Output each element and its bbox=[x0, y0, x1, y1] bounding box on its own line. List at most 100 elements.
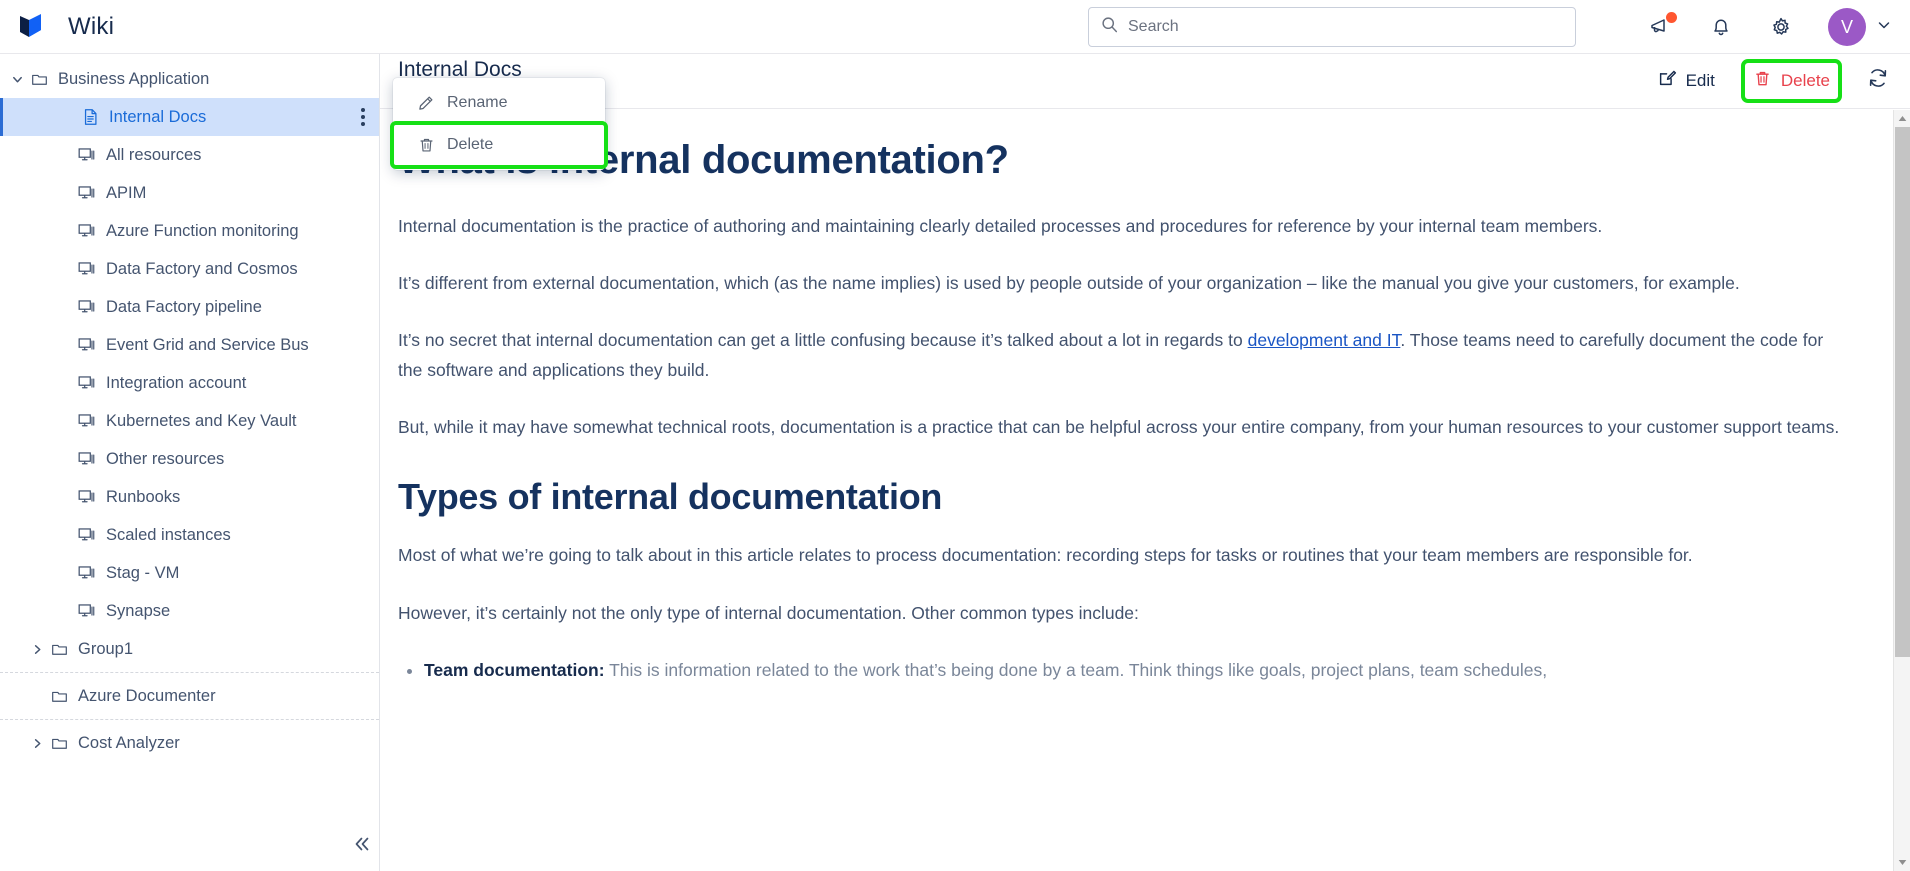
edit-button[interactable]: Edit bbox=[1649, 62, 1723, 99]
sidebar-item-label: APIM bbox=[106, 183, 147, 202]
refresh-sync-icon bbox=[1866, 66, 1890, 95]
context-menu-item-label: Delete bbox=[447, 136, 494, 153]
settings-gear-icon[interactable] bbox=[1768, 14, 1794, 40]
wiki-logo-icon bbox=[16, 10, 50, 44]
vertical-scrollbar[interactable] bbox=[1893, 110, 1910, 871]
sidebar-item-apim[interactable]: APIM bbox=[0, 174, 379, 212]
sidebar-item-label: Azure Documenter bbox=[78, 686, 216, 705]
sidebar-item-other-resources[interactable]: Other resources bbox=[0, 440, 379, 478]
development-and-it-link[interactable]: development and IT bbox=[1248, 330, 1401, 350]
resource-icon bbox=[74, 451, 100, 467]
sidebar-item-business-application[interactable]: Business Application bbox=[0, 60, 379, 98]
resource-icon bbox=[74, 603, 100, 619]
chevron-right-icon[interactable] bbox=[28, 643, 46, 656]
sidebar-item-scaled-instances[interactable]: Scaled instances bbox=[0, 516, 379, 554]
sidebar: Business Application Internal Docs All res… bbox=[0, 54, 380, 871]
sidebar-item-integration-account[interactable]: Integration account bbox=[0, 364, 379, 402]
resource-icon bbox=[74, 565, 100, 581]
search-box[interactable] bbox=[1088, 7, 1576, 47]
chevron-down-icon[interactable] bbox=[1876, 17, 1892, 38]
search-icon bbox=[1101, 16, 1118, 38]
sidebar-item-group1[interactable]: Group1 bbox=[0, 630, 379, 668]
sidebar-item-all-resources[interactable]: All resources bbox=[0, 136, 379, 174]
notifications-bell-icon[interactable] bbox=[1708, 14, 1734, 40]
edit-button-label: Edit bbox=[1685, 70, 1715, 90]
sidebar-item-label: Event Grid and Service Bus bbox=[106, 335, 309, 354]
context-menu-item-label: Rename bbox=[447, 94, 508, 111]
sidebar-item-internal-docs[interactable]: Internal Docs bbox=[0, 98, 379, 136]
document-actions: Edit Delete bbox=[1649, 58, 1896, 103]
doc-paragraph-2: It’s different from external documentati… bbox=[398, 273, 1740, 294]
folder-icon bbox=[26, 71, 52, 88]
scroll-down-arrow-icon[interactable] bbox=[1894, 854, 1910, 871]
sidebar-item-label: Business Application bbox=[58, 69, 210, 88]
sidebar-item-label: Synapse bbox=[106, 601, 171, 620]
chevron-right-icon[interactable] bbox=[28, 737, 46, 750]
item-overflow-menu-icon[interactable] bbox=[361, 108, 365, 126]
search-container[interactable] bbox=[1088, 7, 1576, 47]
sidebar-item-label: Azure Function monitoring bbox=[106, 221, 299, 240]
trash-icon bbox=[413, 136, 439, 154]
sidebar-item-event-grid-and-service-bus[interactable]: Event Grid and Service Bus bbox=[0, 326, 379, 364]
sidebar-item-synapse[interactable]: Synapse bbox=[0, 592, 379, 630]
resource-icon bbox=[74, 223, 100, 239]
sidebar-item-label: Cost Analyzer bbox=[78, 733, 180, 752]
context-menu-item-rename[interactable]: Rename bbox=[393, 82, 605, 124]
doc-bullet-list: Team documentation: This is information … bbox=[424, 655, 1842, 685]
user-menu[interactable]: V bbox=[1828, 8, 1892, 46]
sidebar-item-data-factory-and-cosmos[interactable]: Data Factory and Cosmos bbox=[0, 250, 379, 288]
doc-paragraph-4: But, while it may have somewhat technica… bbox=[398, 417, 1840, 438]
sidebar-item-label: Data Factory pipeline bbox=[106, 297, 262, 316]
brand[interactable]: Wiki bbox=[0, 10, 114, 44]
sidebar-item-label: Integration account bbox=[106, 373, 247, 392]
resource-icon bbox=[74, 489, 100, 505]
resource-icon bbox=[74, 261, 100, 277]
sidebar-item-stag-vm[interactable]: Stag - VM bbox=[0, 554, 379, 592]
sidebar-item-azure-function-monitoring[interactable]: Azure Function monitoring bbox=[0, 212, 379, 250]
delete-button-label: Delete bbox=[1780, 70, 1830, 90]
document-body: What is internal documentation? Internal… bbox=[380, 110, 1890, 871]
doc-paragraph-3: It’s no secret that internal documentati… bbox=[398, 325, 1842, 385]
scrollbar-thumb[interactable] bbox=[1895, 127, 1910, 657]
context-menu-item-delete[interactable]: Delete bbox=[390, 121, 608, 169]
avatar[interactable]: V bbox=[1828, 8, 1866, 46]
announcement-icon[interactable] bbox=[1648, 12, 1677, 40]
app-title: Wiki bbox=[68, 12, 115, 40]
sidebar-item-data-factory-pipeline[interactable]: Data Factory pipeline bbox=[0, 288, 379, 326]
doc-paragraph-5: Most of what we’re going to talk about i… bbox=[398, 545, 1693, 566]
sidebar-item-runbooks[interactable]: Runbooks bbox=[0, 478, 379, 516]
sidebar-item-label: Runbooks bbox=[106, 487, 181, 506]
delete-button[interactable]: Delete bbox=[1740, 58, 1843, 103]
sidebar-item-cost-analyzer[interactable]: Cost Analyzer bbox=[0, 724, 379, 762]
folder-icon bbox=[46, 641, 72, 658]
top-app-bar: Wiki Search V bbox=[0, 0, 1910, 54]
sidebar-item-label: All resources bbox=[106, 145, 202, 164]
document-header: Internal Docs Edit Delete bbox=[380, 54, 1910, 109]
sidebar-item-kubernetes-and-key-vault[interactable]: Kubernetes and Key Vault bbox=[0, 402, 379, 440]
edit-pencil-icon bbox=[1657, 68, 1677, 93]
resource-icon bbox=[74, 413, 100, 429]
trash-icon bbox=[1753, 69, 1772, 93]
scroll-up-arrow-icon[interactable] bbox=[1894, 110, 1910, 127]
folder-icon bbox=[46, 735, 72, 752]
resource-icon bbox=[74, 337, 100, 353]
sidebar-divider bbox=[0, 719, 379, 720]
notification-badge bbox=[1666, 12, 1677, 23]
resource-icon bbox=[74, 147, 100, 163]
bullet-1-text: This is information related to the work … bbox=[604, 659, 1548, 680]
sidebar-item-azure-documenter[interactable]: Azure Documenter bbox=[0, 677, 379, 715]
context-menu: Rename Delete bbox=[390, 78, 608, 170]
resource-icon bbox=[74, 527, 100, 543]
resource-icon bbox=[74, 375, 100, 391]
search-input[interactable] bbox=[1128, 18, 1544, 36]
resource-icon bbox=[74, 185, 100, 201]
content-area: Internal Docs Edit Delete What is intern… bbox=[380, 54, 1910, 871]
refresh-button[interactable] bbox=[1860, 60, 1896, 101]
sidebar-collapse-button[interactable] bbox=[345, 827, 379, 861]
bullet-1-term: Team documentation: bbox=[424, 659, 605, 680]
sidebar-item-label: Kubernetes and Key Vault bbox=[106, 411, 297, 430]
sidebar-item-label: Other resources bbox=[106, 449, 225, 468]
doc-paragraph-1: Internal documentation is the practice o… bbox=[398, 216, 1603, 236]
chevron-down-icon[interactable] bbox=[8, 73, 26, 86]
pencil-icon bbox=[413, 94, 439, 112]
